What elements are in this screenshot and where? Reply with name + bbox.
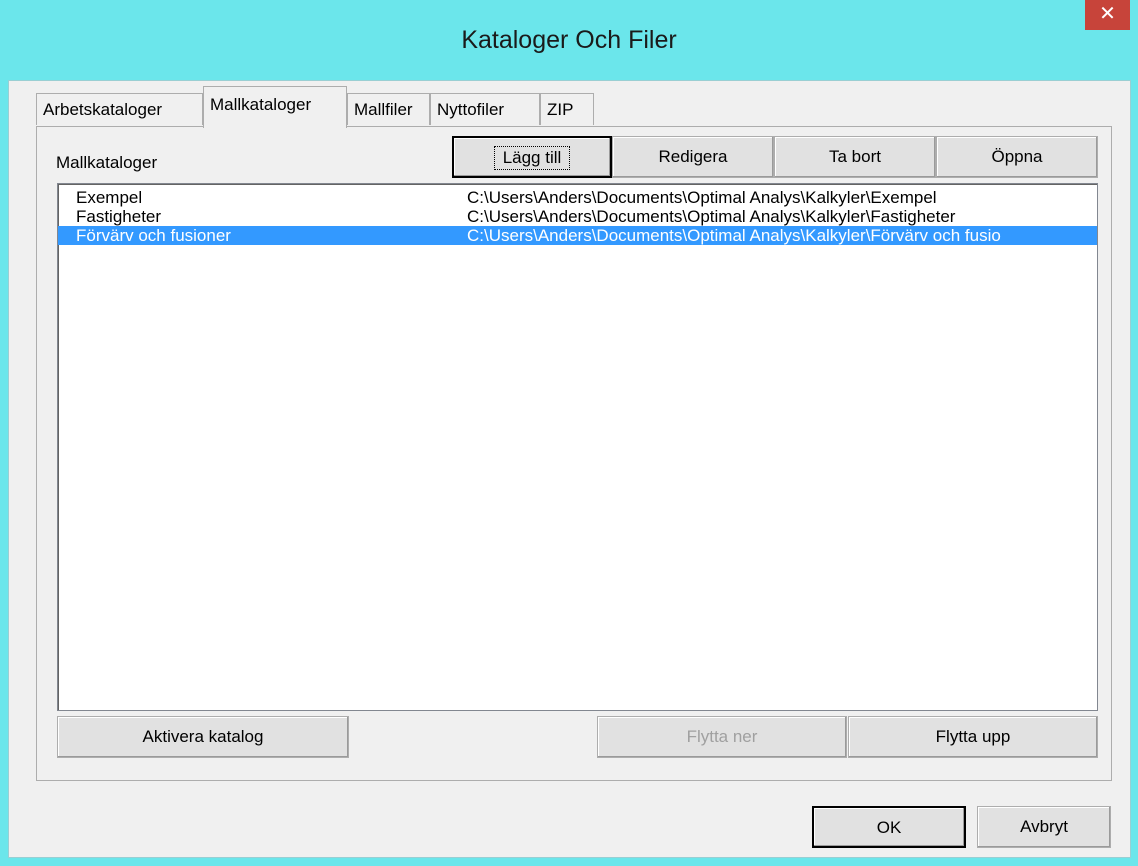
remove-button-label: Ta bort (829, 147, 881, 166)
item-name: Förvärv och fusioner (76, 226, 231, 245)
tab-arbetskataloger[interactable]: Arbetskataloger (36, 93, 203, 125)
tab-label: Arbetskataloger (43, 100, 163, 119)
edit-button-label: Redigera (658, 147, 728, 166)
title-bar[interactable]: Kataloger Och Filer ✕ (0, 0, 1138, 80)
item-path: C:\Users\Anders\Documents\Optimal Analys… (467, 188, 937, 207)
close-button[interactable]: ✕ (1085, 0, 1130, 30)
tab-label: ZIP (547, 100, 574, 119)
section-label: Mallkataloger (56, 153, 158, 172)
tab-label: Nyttofiler (437, 100, 505, 119)
ok-button[interactable]: OK (812, 806, 966, 848)
activate-catalog-button[interactable]: Aktivera katalog (57, 716, 349, 758)
list-item[interactable]: Fastigheter C:\Users\Anders\Documents\Op… (58, 207, 1097, 226)
open-button-label: Öppna (991, 147, 1043, 166)
add-button-label: Lägg till (493, 146, 571, 170)
activate-catalog-label: Aktivera katalog (142, 727, 264, 746)
dialog-window: Kataloger Och Filer ✕ Arbetskataloger Ma… (0, 0, 1138, 866)
move-down-button[interactable]: Flytta ner (597, 716, 847, 758)
open-button[interactable]: Öppna (936, 136, 1098, 178)
item-path: C:\Users\Anders\Documents\Optimal Analys… (467, 207, 956, 226)
tab-mallkataloger[interactable]: Mallkataloger (203, 86, 347, 128)
list-item[interactable]: Exempel C:\Users\Anders\Documents\Optima… (58, 188, 1097, 207)
catalog-list[interactable]: Exempel C:\Users\Anders\Documents\Optima… (57, 183, 1098, 711)
close-icon: ✕ (1099, 3, 1116, 25)
add-button[interactable]: Lägg till (452, 136, 612, 178)
remove-button[interactable]: Ta bort (774, 136, 936, 178)
cancel-button[interactable]: Avbryt (977, 806, 1111, 848)
item-name: Exempel (76, 188, 143, 207)
tab-mallfiler[interactable]: Mallfiler (347, 93, 430, 125)
item-path: C:\Users\Anders\Documents\Optimal Analys… (467, 226, 1001, 245)
item-name: Fastigheter (76, 207, 162, 226)
tab-zip[interactable]: ZIP (540, 93, 594, 125)
ok-label: OK (876, 818, 902, 837)
move-up-label: Flytta upp (935, 727, 1011, 746)
move-down-label: Flytta ner (686, 727, 758, 746)
list-item-selected[interactable]: Förvärv och fusioner C:\Users\Anders\Doc… (58, 226, 1097, 245)
tab-nyttofiler[interactable]: Nyttofiler (430, 93, 540, 125)
tab-label: Mallfiler (354, 100, 413, 119)
tab-label: Mallkataloger (210, 95, 312, 114)
edit-button[interactable]: Redigera (612, 136, 774, 178)
window-title: Kataloger Och Filer (461, 26, 677, 54)
cancel-label: Avbryt (1020, 817, 1068, 836)
move-up-button[interactable]: Flytta upp (848, 716, 1098, 758)
